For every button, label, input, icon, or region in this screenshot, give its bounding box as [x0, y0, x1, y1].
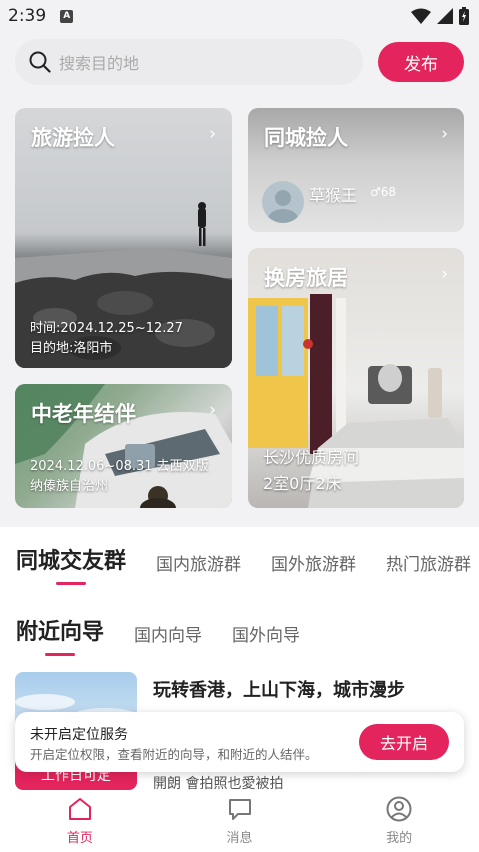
toast-title: 未开启定位服务 — [30, 727, 128, 743]
trip-detail-line1: 2024.12.06~08.31 去西双版 — [30, 459, 209, 474]
chevron-right-icon: › — [209, 400, 216, 420]
nav-messages[interactable]: 消息 — [160, 790, 320, 852]
card-info: 时间:2024.12.25~12.27 目的地:洛阳市 — [30, 319, 183, 359]
nav-profile-label: 我的 — [386, 831, 413, 846]
search-icon — [29, 51, 51, 73]
tab-overseas-groups[interactable]: 国外旅游群 — [271, 550, 356, 575]
search-row: 搜索目的地 发布 — [0, 38, 479, 86]
enable-location-button[interactable]: 去开启 — [359, 724, 449, 760]
status-icons — [411, 7, 469, 25]
guide-tabs: 附近向导 国内向导 国外向导 — [16, 614, 330, 656]
trip-destination: 目的地:洛阳市 — [30, 341, 113, 356]
battery-icon — [459, 7, 469, 25]
senior-companion-card[interactable]: 中老年结伴 › 2024.12.06~08.31 去西双版 纳傣族自治州 — [15, 384, 232, 508]
trip-time: 时间:2024.12.25~12.27 — [30, 321, 183, 336]
status-time: 2:39 — [8, 6, 47, 26]
user-gender-age: ♂68 — [370, 185, 396, 199]
card-title: 换房旅居 — [264, 266, 348, 290]
user-icon — [386, 796, 412, 822]
tab-domestic-groups[interactable]: 国内旅游群 — [156, 550, 241, 575]
signal-icon — [437, 8, 453, 24]
tab-hot-groups[interactable]: 热门旅游群 — [386, 550, 471, 575]
publish-button[interactable]: 发布 — [378, 42, 464, 82]
location-permission-toast: 未开启定位服务 开启定位权限，查看附近的向导，和附近的人结伴。 去开启 — [15, 712, 464, 772]
user-avatar-icon — [268, 190, 298, 223]
room-layout: 2室0厅2床 — [263, 474, 342, 493]
nav-profile[interactable]: 我的 — [319, 790, 479, 852]
card-title: 同城捡人 — [264, 126, 348, 150]
tab-nearby-guides[interactable]: 附近向导 — [16, 614, 104, 656]
nav-messages-label: 消息 — [226, 831, 253, 846]
chevron-right-icon: › — [441, 264, 448, 284]
local-pickup-card[interactable]: 同城捡人 › 草猴王 ♂68 — [248, 108, 464, 232]
house-swap-card[interactable]: 换房旅居 › 长沙优质房间 2室0厅2床 — [248, 248, 464, 508]
card-title: 中老年结伴 — [31, 402, 136, 426]
user-name: 草猴王 — [309, 186, 358, 205]
nav-home[interactable]: 首页 — [0, 790, 160, 852]
chevron-right-icon: › — [209, 124, 216, 144]
notification-icon: A — [60, 9, 74, 23]
tab-local-friends[interactable]: 同城交友群 — [16, 543, 126, 585]
gender-icon: ♂ — [370, 185, 381, 199]
room-title: 长沙优质房间 — [263, 448, 360, 467]
card-info: 长沙优质房间 2室0厅2床 — [263, 445, 359, 497]
nav-home-label: 首页 — [66, 831, 93, 846]
bottom-nav: 首页 消息 我的 — [0, 790, 479, 852]
search-placeholder: 搜索目的地 — [59, 54, 140, 73]
tab-overseas-guides[interactable]: 国外向导 — [232, 621, 300, 646]
group-tabs: 同城交友群 国内旅游群 国外旅游群 热门旅游群 — [16, 543, 479, 585]
wifi-icon — [411, 8, 431, 24]
message-icon — [228, 799, 251, 820]
status-bar: 2:39 A — [0, 0, 479, 32]
card-info: 2024.12.06~08.31 去西双版 纳傣族自治州 — [30, 457, 209, 497]
guide-title[interactable]: 玩转香港，上山下海，城市漫步 — [153, 676, 405, 702]
search-input[interactable]: 搜索目的地 — [15, 39, 363, 85]
home-icon — [68, 798, 91, 820]
avatar[interactable] — [262, 181, 304, 223]
travel-pickup-card[interactable]: 旅游捡人 › 时间:2024.12.25~12.27 目的地:洛阳市 — [15, 108, 232, 368]
user-age: 68 — [380, 185, 397, 199]
trip-detail-line2: 纳傣族自治州 — [30, 479, 109, 494]
toast-description: 开启定位权限，查看附近的向导，和附近的人结伴。 — [30, 747, 318, 762]
tab-domestic-guides[interactable]: 国内向导 — [134, 621, 202, 646]
card-title: 旅游捡人 — [31, 126, 115, 150]
chevron-right-icon: › — [441, 124, 448, 144]
